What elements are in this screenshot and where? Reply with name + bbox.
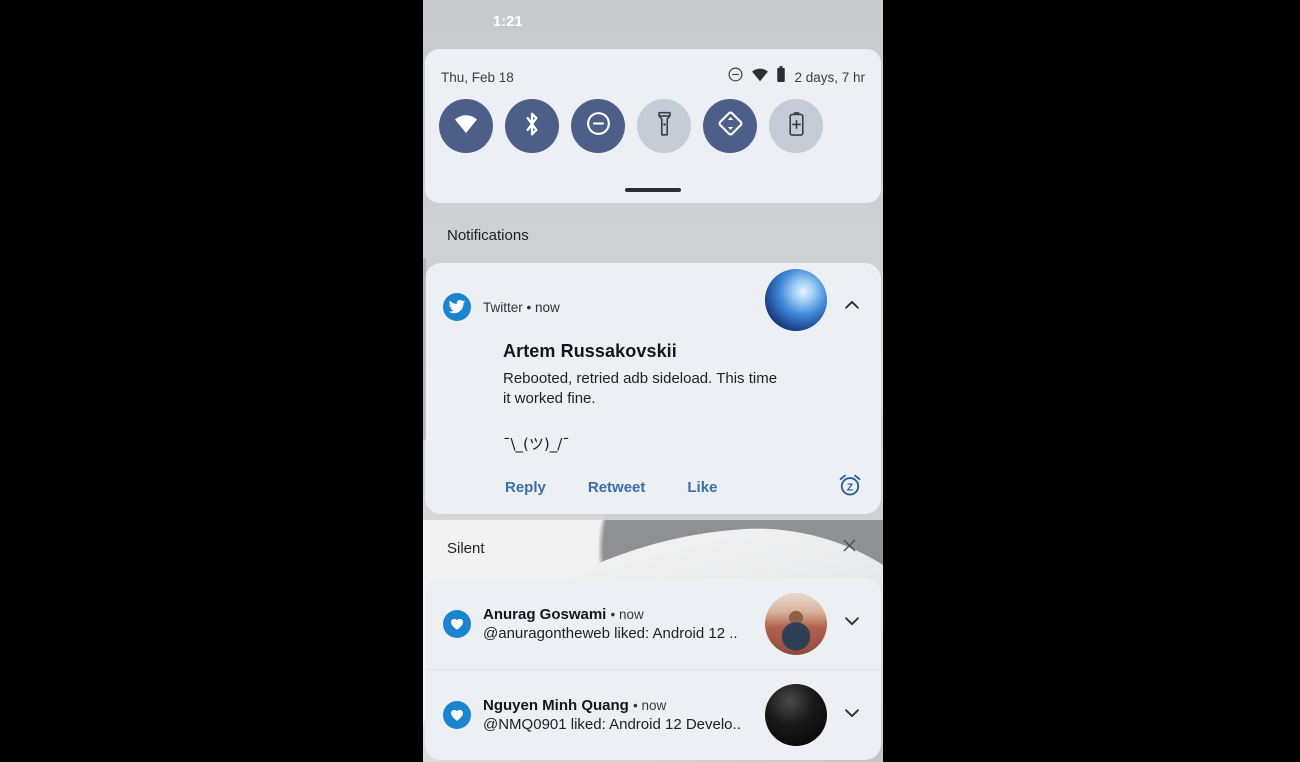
list-item-right bbox=[765, 592, 863, 655]
list-item-text: Anurag Goswami • now @anuragontheweb lik… bbox=[483, 606, 738, 642]
qs-tile-battery-saver[interactable] bbox=[769, 99, 823, 153]
battery-icon bbox=[776, 66, 786, 88]
avatar bbox=[765, 592, 827, 655]
scrollbar[interactable] bbox=[423, 258, 426, 440]
snooze-alarm-icon[interactable]: Z bbox=[837, 472, 863, 503]
qs-tile-bluetooth[interactable] bbox=[505, 99, 559, 153]
avatar bbox=[765, 684, 827, 746]
list-item-text: Nguyen Minh Quang • now @NMQ0901 liked: … bbox=[483, 697, 741, 733]
drag-handle[interactable] bbox=[625, 188, 681, 192]
quick-settings-panel: Thu, Feb 18 2 days, 7 hr bbox=[425, 49, 881, 203]
notification-title: Artem Russakovskii bbox=[503, 341, 677, 361]
wifi-icon bbox=[751, 67, 769, 87]
qs-tile-flashlight[interactable] bbox=[637, 99, 691, 153]
qs-status-icons: 2 days, 7 hr bbox=[727, 66, 865, 88]
silent-section-title: Silent bbox=[447, 539, 485, 557]
chevron-up-icon[interactable] bbox=[841, 294, 863, 321]
list-item-subtitle: @NMQ0901 liked: Android 12 Develo.. bbox=[483, 716, 741, 733]
timestamp: • now bbox=[610, 606, 644, 622]
quick-settings-header: Thu, Feb 18 2 days, 7 hr bbox=[425, 59, 881, 95]
qs-battery-estimate: 2 days, 7 hr bbox=[794, 69, 865, 85]
qs-tile-auto-rotate[interactable] bbox=[703, 99, 757, 153]
like-button[interactable]: Like bbox=[683, 475, 721, 500]
list-item-subtitle: @anuragontheweb liked: Android 12 .. bbox=[483, 624, 738, 642]
qs-tile-dnd[interactable] bbox=[571, 99, 625, 153]
notification-extra-text: ¯\_(ツ)_/¯ bbox=[503, 434, 570, 453]
reply-button[interactable]: Reply bbox=[501, 475, 550, 500]
twitter-icon bbox=[443, 293, 471, 321]
sender-name: Nguyen Minh Quang bbox=[483, 697, 629, 714]
phone-viewport: 1:21 Thu, Feb 18 2 days, 7 hr Notificati… bbox=[423, 0, 883, 762]
list-item[interactable]: Nguyen Minh Quang • now @NMQ0901 liked: … bbox=[425, 669, 881, 760]
notification-actions: Reply Retweet Like Z bbox=[425, 454, 881, 503]
dnd-icon bbox=[727, 66, 744, 88]
battery-saver-icon bbox=[787, 111, 806, 142]
list-item-right bbox=[765, 684, 863, 746]
svg-text:Z: Z bbox=[847, 482, 853, 493]
sender-name: Anurag Goswami bbox=[483, 605, 607, 623]
heart-icon bbox=[443, 701, 471, 729]
retweet-button[interactable]: Retweet bbox=[584, 475, 650, 500]
notification-body: Rebooted, retried adb sideload. This tim… bbox=[503, 370, 778, 407]
list-item-title: Anurag Goswami • now bbox=[483, 606, 738, 623]
chevron-down-icon[interactable] bbox=[841, 702, 863, 729]
bluetooth-icon bbox=[521, 111, 543, 142]
avatar bbox=[765, 269, 827, 331]
qs-tile-wifi[interactable] bbox=[439, 99, 493, 153]
flashlight-icon bbox=[656, 111, 673, 142]
screenshot-root: 1:21 Thu, Feb 18 2 days, 7 hr Notificati… bbox=[0, 0, 1300, 762]
notification-app-meta: Twitter • now bbox=[483, 299, 560, 315]
notification-header: Twitter • now bbox=[425, 263, 881, 331]
status-bar-clock: 1:21 bbox=[493, 14, 523, 30]
notification-card-twitter[interactable]: Twitter • now Artem Russakovskii Reboote… bbox=[425, 263, 881, 514]
dnd-icon bbox=[585, 110, 612, 142]
notifications-section-title: Notifications bbox=[447, 226, 529, 244]
silent-section-header: Silent bbox=[423, 520, 883, 576]
qs-date-label: Thu, Feb 18 bbox=[441, 69, 514, 85]
notifications-section-header: Notifications bbox=[423, 207, 883, 263]
auto-rotate-icon bbox=[717, 110, 744, 142]
heart-icon bbox=[443, 609, 471, 638]
close-icon[interactable] bbox=[840, 536, 859, 560]
quick-settings-tiles bbox=[425, 99, 881, 153]
wifi-icon bbox=[453, 113, 479, 139]
notification-card-silent: Anurag Goswami • now @anuragontheweb lik… bbox=[425, 578, 881, 760]
notification-header-right bbox=[765, 269, 863, 331]
list-item-title: Nguyen Minh Quang • now bbox=[483, 697, 741, 714]
timestamp: • now bbox=[633, 698, 667, 713]
status-bar: 1:21 bbox=[423, 0, 883, 44]
list-item[interactable]: Anurag Goswami • now @anuragontheweb lik… bbox=[425, 578, 881, 669]
chevron-down-icon[interactable] bbox=[841, 610, 863, 637]
